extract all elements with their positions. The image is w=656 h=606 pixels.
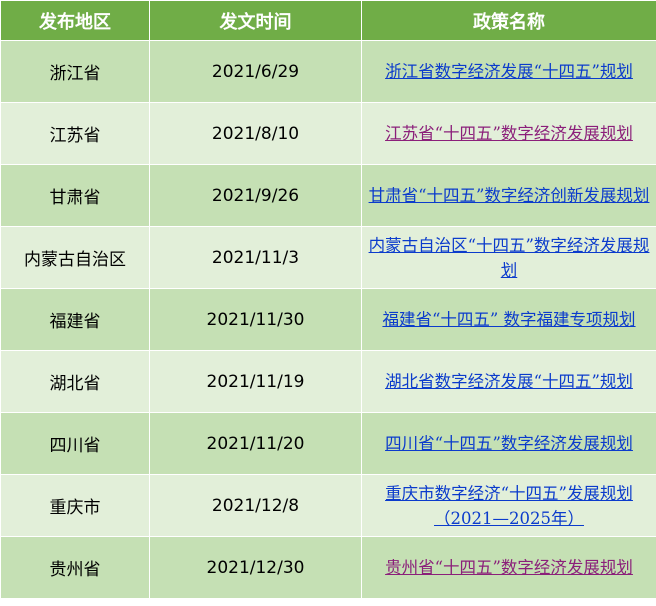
table-row: 重庆市 2021/12/8 重庆市数字经济“十四五”发展规划（2021—2025年） (0, 474, 656, 537)
policy-link[interactable]: 重庆市数字经济“十四五”发展规划（2021—2025年） (385, 484, 633, 528)
policy-cell: 福建省“十四五” 数字福建专项规划 (361, 288, 656, 351)
policy-link[interactable]: 甘肃省“十四五”数字经济创新发展规划 (369, 186, 650, 205)
policy-link[interactable]: 内蒙古自治区“十四五”数字经济发展规划 (369, 236, 650, 280)
table-row: 福建省 2021/11/30 福建省“十四五” 数字福建专项规划 (0, 288, 656, 351)
region-cell: 贵州省 (0, 536, 150, 599)
policy-link[interactable]: 浙江省数字经济发展“十四五”规划 (385, 62, 633, 81)
date-cell: 2021/8/10 (149, 102, 362, 165)
table-row: 甘肃省 2021/9/26 甘肃省“十四五”数字经济创新发展规划 (0, 164, 656, 227)
policy-cell: 四川省“十四五”数字经济发展规划 (361, 412, 656, 475)
date-cell: 2021/11/20 (149, 412, 362, 475)
date-cell: 2021/11/3 (149, 226, 362, 289)
policy-link[interactable]: 四川省“十四五”数字经济发展规划 (385, 434, 633, 453)
header-date: 发文时间 (149, 0, 362, 41)
region-cell: 内蒙古自治区 (0, 226, 150, 289)
policy-table: 发布地区 发文时间 政策名称 浙江省 2021/6/29 浙江省数字经济发展“十四五… (0, 0, 656, 599)
table-row: 浙江省 2021/6/29 浙江省数字经济发展“十四五”规划 (0, 40, 656, 103)
region-cell: 湖北省 (0, 350, 150, 413)
header-row: 发布地区 发文时间 政策名称 (0, 0, 656, 41)
date-cell: 2021/9/26 (149, 164, 362, 227)
table-row: 贵州省 2021/12/30 贵州省“十四五”数字经济发展规划 (0, 536, 656, 599)
policy-link[interactable]: 湖北省数字经济发展“十四五”规划 (385, 372, 633, 391)
region-cell: 福建省 (0, 288, 150, 351)
table-body: 浙江省 2021/6/29 浙江省数字经济发展“十四五”规划江苏省 2021/8/10… (0, 40, 656, 599)
policy-cell: 贵州省“十四五”数字经济发展规划 (361, 536, 656, 599)
table-row: 湖北省 2021/11/19 湖北省数字经济发展“十四五”规划 (0, 350, 656, 413)
region-cell: 浙江省 (0, 40, 150, 103)
policy-cell: 湖北省数字经济发展“十四五”规划 (361, 350, 656, 413)
policy-cell: 内蒙古自治区“十四五”数字经济发展规划 (361, 226, 656, 289)
date-cell: 2021/12/30 (149, 536, 362, 599)
date-cell: 2021/11/30 (149, 288, 362, 351)
date-cell: 2021/11/19 (149, 350, 362, 413)
policy-cell: 浙江省数字经济发展“十四五”规划 (361, 40, 656, 103)
region-cell: 重庆市 (0, 474, 150, 537)
table-row: 四川省 2021/11/20 四川省“十四五”数字经济发展规划 (0, 412, 656, 475)
table-row: 内蒙古自治区 2021/11/3 内蒙古自治区“十四五”数字经济发展规划 (0, 226, 656, 289)
policy-cell: 重庆市数字经济“十四五”发展规划（2021—2025年） (361, 474, 656, 537)
header-region: 发布地区 (0, 0, 150, 41)
date-cell: 2021/6/29 (149, 40, 362, 103)
header-policy: 政策名称 (361, 0, 656, 41)
policy-link[interactable]: 贵州省“十四五”数字经济发展规划 (385, 558, 633, 577)
policy-cell: 江苏省“十四五”数字经济发展规划 (361, 102, 656, 165)
policy-cell: 甘肃省“十四五”数字经济创新发展规划 (361, 164, 656, 227)
policy-link[interactable]: 江苏省“十四五”数字经济发展规划 (385, 124, 633, 143)
region-cell: 四川省 (0, 412, 150, 475)
region-cell: 甘肃省 (0, 164, 150, 227)
table-row: 江苏省 2021/8/10 江苏省“十四五”数字经济发展规划 (0, 102, 656, 165)
policy-link[interactable]: 福建省“十四五” 数字福建专项规划 (382, 310, 635, 329)
region-cell: 江苏省 (0, 102, 150, 165)
date-cell: 2021/12/8 (149, 474, 362, 537)
